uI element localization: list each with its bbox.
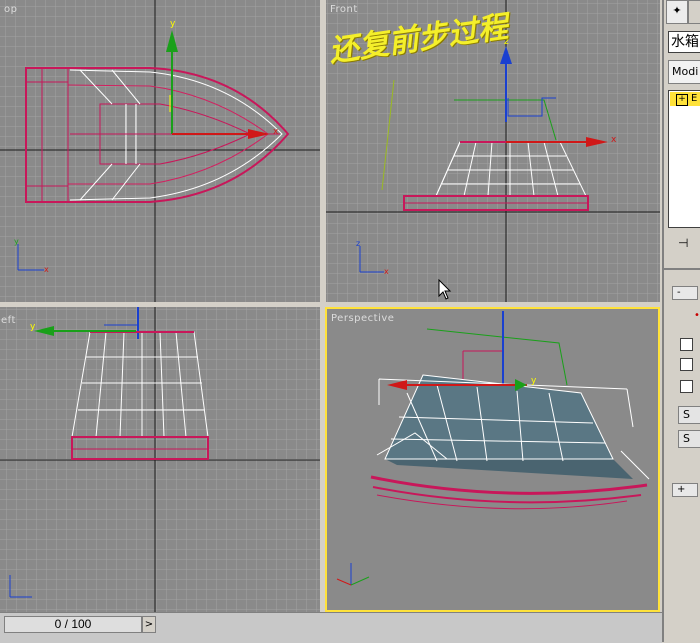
panel-button-2-label: S (683, 432, 690, 445)
viewport-front-label[interactable]: Front (330, 4, 358, 15)
mouse-cursor-icon (438, 279, 452, 300)
viewport-left-grid: y (0, 307, 320, 612)
viewport-top-label[interactable]: op (4, 4, 17, 15)
command-panel: ✦ 水箱 Modi + E ⊣ - • S S + (662, 0, 700, 642)
svg-text:y: y (30, 322, 36, 332)
svg-text:y: y (531, 376, 537, 386)
stack-item-label: E (691, 93, 698, 104)
stack-item[interactable]: + E (670, 92, 700, 106)
boat-perspective-view (370, 311, 650, 510)
object-name-field[interactable]: 水箱 (668, 31, 700, 53)
next-frame-icon: > (144, 619, 154, 630)
rollout-collapse-button[interactable]: - (672, 286, 698, 300)
pin-stack-icon[interactable]: ⊣ (678, 236, 688, 250)
rollout-collapse-label: - (677, 287, 681, 298)
viewport-left-label[interactable]: eft (1, 315, 16, 326)
next-frame-button[interactable]: > (142, 616, 156, 633)
timeline-track[interactable] (160, 621, 660, 631)
svg-text:z: z (356, 239, 360, 248)
viewport-left[interactable]: y eft (0, 307, 320, 612)
svg-text:y: y (14, 237, 19, 246)
time-slider-bar: 0 / 100 > (0, 612, 662, 643)
viewport-perspective[interactable]: y Perspective (325, 307, 660, 612)
modify-tab-icon[interactable] (688, 0, 700, 24)
svg-text:x: x (384, 267, 389, 276)
time-slider[interactable]: 0 / 100 (4, 616, 142, 633)
viewport-top-grid: y x y x (0, 0, 320, 302)
svg-text:x: x (44, 265, 49, 274)
svg-text:x: x (273, 127, 279, 137)
checkbox-1[interactable] (680, 338, 693, 351)
viewport-perspective-label[interactable]: Perspective (331, 313, 394, 324)
panel-button-1-label: S (683, 408, 690, 421)
checkbox-2[interactable] (680, 358, 693, 371)
time-slider-frame: 0 / 100 (54, 617, 92, 631)
rollout-expand-button[interactable]: + (672, 483, 698, 497)
modifier-list-label: Modi (672, 65, 699, 78)
rollout-dot: • (694, 310, 700, 321)
viewport-perspective-scene: y (336, 311, 650, 586)
viewport-top[interactable]: y x y x op (0, 0, 320, 302)
object-name-value: 水箱 (671, 34, 699, 50)
create-tab-icon[interactable]: ✦ (666, 0, 688, 24)
panel-button-2[interactable]: S (678, 430, 700, 448)
modifier-list-dropdown[interactable]: Modi (668, 60, 700, 84)
panel-button-1[interactable]: S (678, 406, 700, 424)
rollout-expand-label: + (677, 484, 686, 495)
svg-text:x: x (611, 135, 617, 145)
panel-divider (664, 268, 700, 270)
checkbox-3[interactable] (680, 380, 693, 393)
modifier-stack[interactable]: + E (668, 90, 700, 228)
stack-expand-icon[interactable]: + (676, 94, 688, 106)
svg-text:y: y (170, 19, 176, 29)
